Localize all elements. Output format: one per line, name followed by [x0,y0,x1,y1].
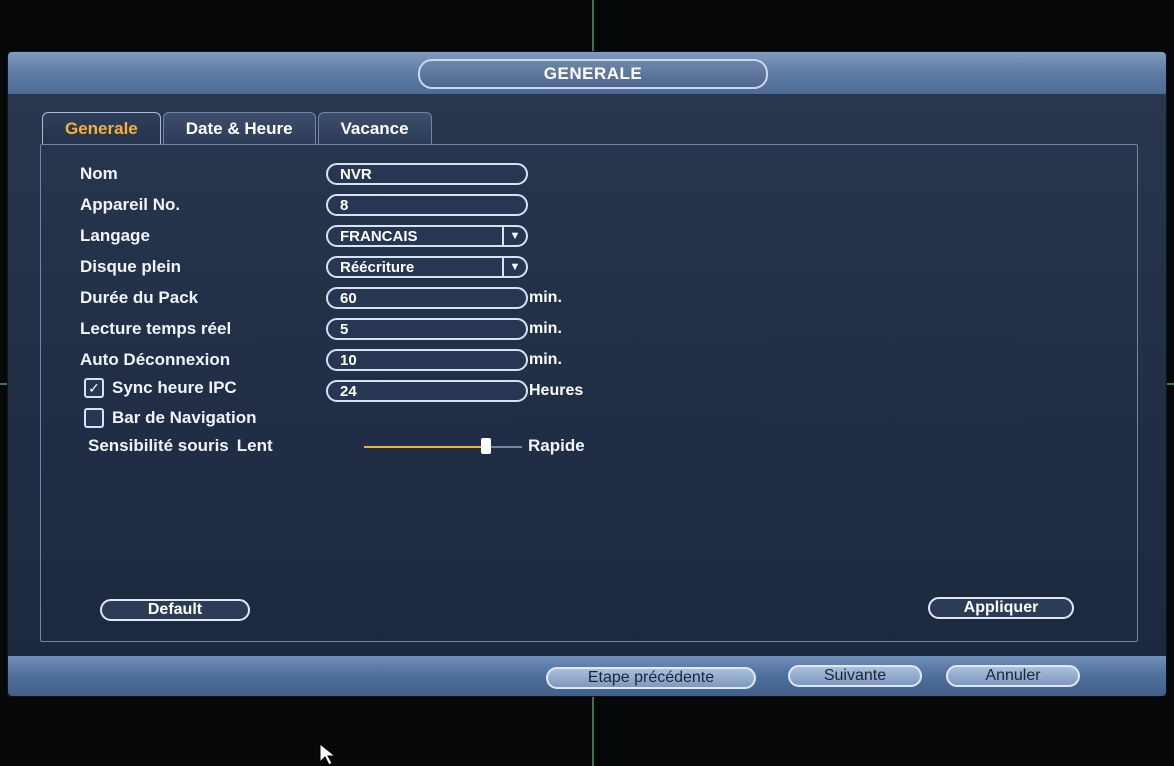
mouse-pointer-icon [319,742,336,766]
settings-window: GENERALE Generale Date & Heure Vacance N… [8,52,1166,696]
row-mouse: Sensibilité souris Lent [88,432,273,460]
screen-divider-right [1166,383,1174,385]
row-navbar: Bar de Navigation [112,404,257,432]
pack-unit: min. [529,289,562,306]
screen-divider-left [0,383,8,385]
mouse-min-label: Lent [236,436,273,455]
checkmark-icon: ✓ [88,380,100,396]
window-title: GENERALE [418,59,768,89]
appareil-label: Appareil No. [80,195,181,214]
row-appareil: Appareil No. [80,191,180,219]
tab-bar: Generale Date & Heure Vacance [42,112,434,146]
screen-divider-bottom [592,695,594,766]
lecture-unit: min. [529,320,562,337]
apply-button[interactable]: Appliquer [928,597,1074,619]
tab-vacance[interactable]: Vacance [317,112,432,145]
appareil-input[interactable]: 8 [326,194,528,216]
pack-input[interactable]: 60 [326,287,528,309]
lecture-input[interactable]: 5 [326,318,528,340]
nom-input[interactable]: NVR [326,163,528,185]
navbar-label: Bar de Navigation [112,408,257,427]
slider-handle[interactable] [481,438,491,454]
sync-label: Sync heure IPC [112,378,237,397]
pack-label: Durée du Pack [80,288,199,307]
row-lecture: Lecture temps réel [80,315,231,343]
deconnexion-label: Auto Déconnexion [80,350,231,369]
sync-input[interactable]: 24 [326,380,528,402]
chevron-down-icon[interactable]: ▼ [502,227,526,245]
bottom-bar: Etape précédente Suivante Annuler [8,656,1166,696]
deconnexion-input[interactable]: 10 [326,349,528,371]
mouse-sensitivity-slider[interactable] [364,438,522,454]
disque-select[interactable]: Réécriture ▼ [326,256,528,278]
langage-label: Langage [80,226,150,245]
row-deconnexion: Auto Déconnexion [80,346,230,374]
disque-value: Réécriture [340,258,415,276]
slider-fill [364,446,486,448]
row-langage: Langage [80,222,150,250]
previous-button[interactable]: Etape précédente [546,667,756,689]
row-nom: Nom [80,160,118,188]
row-disque: Disque plein [80,253,181,281]
disque-label: Disque plein [80,257,182,276]
sync-checkbox[interactable]: ✓ [84,378,104,398]
langage-value: FRANCAIS [340,227,418,245]
nom-label: Nom [80,164,118,183]
row-pack: Durée du Pack [80,284,198,312]
mouse-max-label: Rapide [528,436,585,455]
navbar-checkbox[interactable] [84,408,104,428]
tab-generale[interactable]: Generale [42,112,161,145]
title-bar: GENERALE [8,52,1166,94]
langage-select[interactable]: FRANCAIS ▼ [326,225,528,247]
default-button[interactable]: Default [100,599,250,621]
sync-unit: Heures [529,382,584,399]
chevron-down-icon[interactable]: ▼ [502,258,526,276]
lecture-label: Lecture temps réel [80,319,232,338]
screen-divider-top [592,0,594,60]
mouse-label: Sensibilité souris [88,436,229,455]
row-sync: Sync heure IPC [112,374,237,402]
tab-date-heure[interactable]: Date & Heure [162,112,316,145]
cancel-button[interactable]: Annuler [946,665,1080,687]
deconnexion-unit: min. [529,351,562,368]
next-button[interactable]: Suivante [788,665,922,687]
